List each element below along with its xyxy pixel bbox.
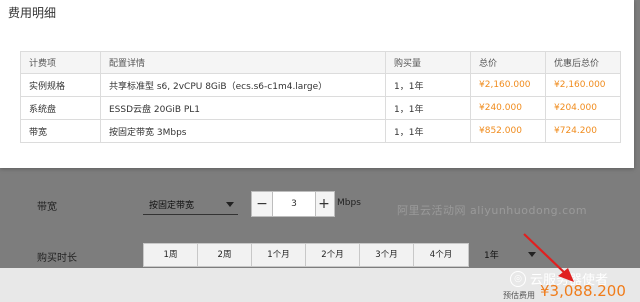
duration-option-2w[interactable]: 2周 xyxy=(198,244,252,266)
bandwidth-value-input[interactable]: 3 xyxy=(272,192,316,216)
cell-discounted: ¥2,160.000 xyxy=(545,73,621,97)
cell-total: ¥2,160.000 xyxy=(470,73,546,97)
cell-discounted: ¥724.200 xyxy=(545,119,621,143)
bandwidth-mode-select[interactable]: 按固定带宽 xyxy=(143,193,238,215)
cell-total: ¥852.000 xyxy=(470,119,546,143)
cell-detail: 共享标准型 s6, 2vCPU 8GiB（ecs.s6-c1m4.large） xyxy=(100,73,386,97)
duration-option-2m[interactable]: 2个月 xyxy=(306,244,360,266)
table-row: 带宽 按固定带宽 3Mbps 1，1年 ¥852.000 ¥724.200 xyxy=(20,119,621,143)
duration-options: 1周 2周 1个月 2个月 3个月 4个月 xyxy=(143,243,469,267)
cell-discounted: ¥204.000 xyxy=(545,96,621,120)
cell-total: ¥240.000 xyxy=(470,96,546,120)
modal-title: 费用明细 xyxy=(8,6,57,20)
cell-item: 带宽 xyxy=(20,119,101,143)
cell-item: 系统盘 xyxy=(20,96,101,120)
cell-qty: 1，1年 xyxy=(385,73,471,97)
duration-option-3m[interactable]: 3个月 xyxy=(360,244,414,266)
duration-option-1w[interactable]: 1周 xyxy=(144,244,198,266)
table-row: 实例规格 共享标准型 s6, 2vCPU 8GiB（ecs.s6-c1m4.la… xyxy=(20,73,621,97)
decrement-button[interactable]: − xyxy=(252,192,272,216)
table-row: 系统盘 ESSD云盘 20GiB PL1 1，1年 ¥240.000 ¥204.… xyxy=(20,96,621,120)
column-header: 计费项 xyxy=(20,51,101,74)
duration-option-4m[interactable]: 4个月 xyxy=(414,244,468,266)
column-header: 配置详情 xyxy=(100,51,386,74)
duration-year-value: 1年 xyxy=(484,251,499,261)
duration-option-1m[interactable]: 1个月 xyxy=(252,244,306,266)
cell-qty: 1，1年 xyxy=(385,119,471,143)
table-header-row: 计费项 配置详情 购买量 总价 优惠后总价 xyxy=(20,51,621,74)
bandwidth-unit: Mbps xyxy=(337,198,361,208)
increment-button[interactable]: + xyxy=(314,192,334,216)
cell-detail: 按固定带宽 3Mbps xyxy=(100,119,386,143)
chevron-down-icon xyxy=(226,202,234,207)
estimate-label: 预估费用 xyxy=(503,291,535,300)
watermark: 阿里云活动网 aliyunhuodong.com xyxy=(397,204,588,217)
fee-table: 计费项 配置详情 购买量 总价 优惠后总价 实例规格 共享标准型 s6, 2vC… xyxy=(20,51,621,143)
cell-qty: 1，1年 xyxy=(385,96,471,120)
bandwidth-stepper[interactable]: − 3 + xyxy=(251,191,335,217)
bandwidth-label: 带宽 xyxy=(37,202,57,213)
column-header: 购买量 xyxy=(385,51,471,74)
column-header: 优惠后总价 xyxy=(545,51,621,74)
column-header: 总价 xyxy=(470,51,546,74)
duration-label: 购买时长 xyxy=(37,253,77,264)
bandwidth-mode-value: 按固定带宽 xyxy=(149,201,195,211)
cell-item: 实例规格 xyxy=(20,73,101,97)
fee-detail-modal: 费用明细 计费项 配置详情 购买量 总价 优惠后总价 实例规格 共享标准型 s6… xyxy=(0,0,634,168)
annotation-arrow-icon xyxy=(523,233,574,282)
cell-detail: ESSD云盘 20GiB PL1 xyxy=(100,96,386,120)
